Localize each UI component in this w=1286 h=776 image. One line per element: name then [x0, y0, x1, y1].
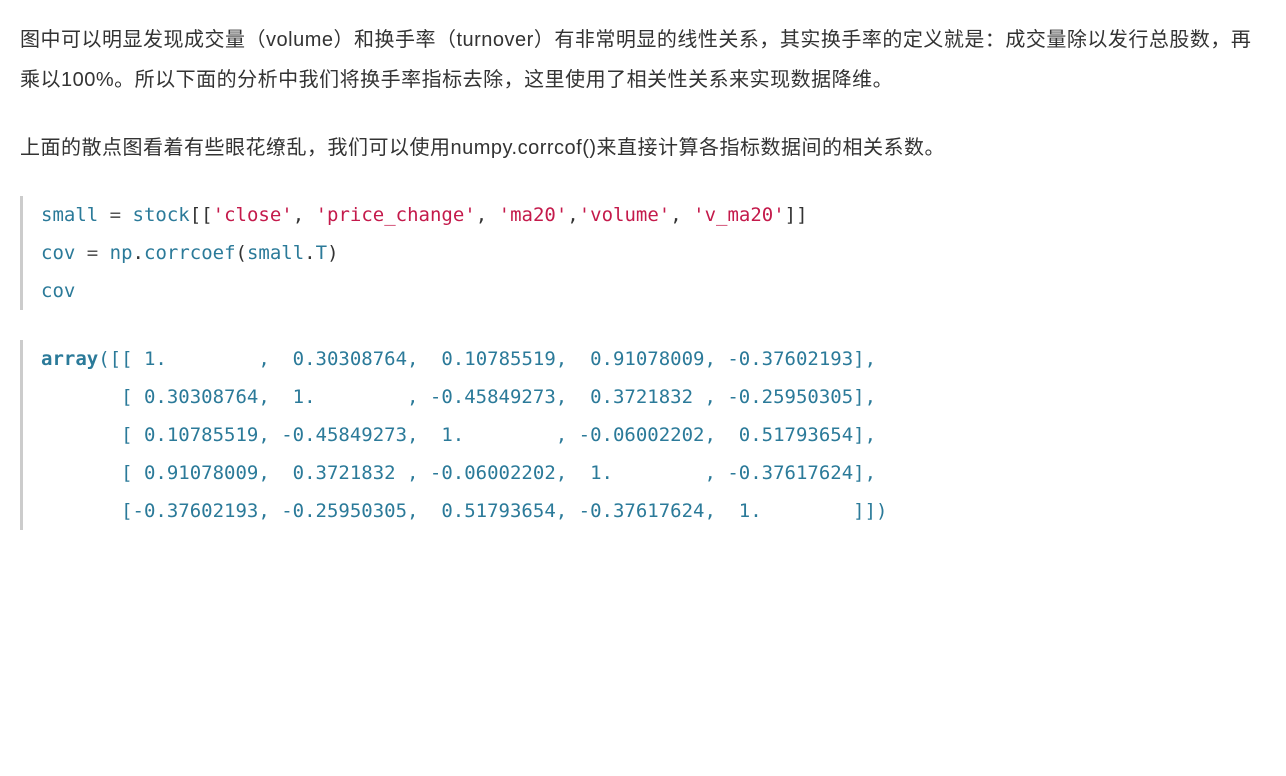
code-token: small	[41, 204, 110, 226]
output-token: [ 0.10785519, -0.45849273, 1. , -0.06002…	[41, 424, 876, 446]
output-line-3: [ 0.10785519, -0.45849273, 1. , -0.06002…	[41, 416, 1266, 454]
output-token: [-0.37602193, -0.25950305, 0.51793654, -…	[41, 500, 887, 522]
output-line-4: [ 0.91078009, 0.3721832 , -0.06002202, 1…	[41, 454, 1266, 492]
code-token: T	[316, 242, 327, 264]
code-token: [[	[190, 204, 213, 226]
code-token: 'ma20'	[499, 204, 568, 226]
code-token: ,	[476, 204, 499, 226]
code-token: np	[110, 242, 133, 264]
code-token: .	[133, 242, 144, 264]
code-token: ,	[293, 204, 316, 226]
paragraph-2: 上面的散点图看着有些眼花缭乱，我们可以使用numpy.corrcof()来直接计…	[20, 128, 1266, 168]
code-token: )	[327, 242, 338, 264]
code-line-3: cov	[41, 272, 1266, 310]
code-token: cov	[41, 242, 87, 264]
code-token: ,	[567, 204, 578, 226]
output-line-2: [ 0.30308764, 1. , -0.45849273, 0.372183…	[41, 378, 1266, 416]
output-token: array	[41, 348, 98, 370]
output-line-5: [-0.37602193, -0.25950305, 0.51793654, -…	[41, 492, 1266, 530]
code-token: (	[236, 242, 247, 264]
code-token: 'close'	[213, 204, 293, 226]
code-line-2: cov = np.corrcoef(small.T)	[41, 234, 1266, 272]
output-block: array([[ 1. , 0.30308764, 0.10785519, 0.…	[20, 340, 1266, 530]
code-token: =	[87, 242, 110, 264]
code-token: .	[304, 242, 315, 264]
code-token: 'price_change'	[316, 204, 476, 226]
code-token: 'v_ma20'	[693, 204, 785, 226]
code-token: small	[247, 242, 304, 264]
output-token: [ 0.30308764, 1. , -0.45849273, 0.372183…	[41, 386, 876, 408]
output-token: [ 0.91078009, 0.3721832 , -0.06002202, 1…	[41, 462, 876, 484]
code-token: ]]	[785, 204, 808, 226]
code-block: small = stock[['close', 'price_change', …	[20, 196, 1266, 310]
code-token: corrcoef	[144, 242, 236, 264]
code-token: cov	[41, 280, 75, 302]
output-token: ([[ 1. , 0.30308764, 0.10785519, 0.91078…	[98, 348, 876, 370]
code-token: 'volume'	[579, 204, 671, 226]
code-line-1: small = stock[['close', 'price_change', …	[41, 196, 1266, 234]
code-token: stock	[133, 204, 190, 226]
code-token: ,	[670, 204, 693, 226]
output-line-1: array([[ 1. , 0.30308764, 0.10785519, 0.…	[41, 340, 1266, 378]
paragraph-1: 图中可以明显发现成交量（volume）和换手率（turnover）有非常明显的线…	[20, 20, 1266, 100]
code-token: =	[110, 204, 133, 226]
